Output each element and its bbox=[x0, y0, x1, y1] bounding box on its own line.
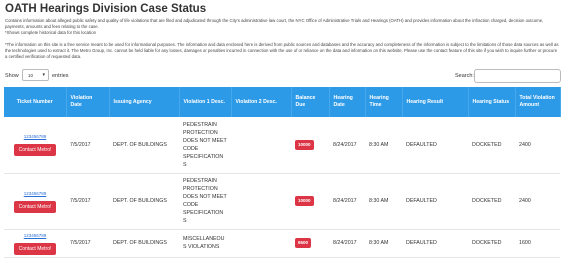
description-note: *Shows complete historical data for this… bbox=[5, 30, 96, 35]
table-controls: Show 10 ▾ entries Search: bbox=[5, 69, 561, 83]
hearing-date: 8/24/2017 bbox=[329, 229, 365, 258]
violation-date: 7/5/2017 bbox=[66, 117, 109, 174]
search-input[interactable] bbox=[474, 69, 561, 83]
total-amount: 2400 bbox=[515, 117, 560, 174]
violation-date: 7/5/2017 bbox=[66, 173, 109, 230]
ticket-link[interactable]: 123456789 bbox=[8, 232, 62, 240]
case-table: Ticket Number Violation Date Issuing Age… bbox=[4, 87, 561, 258]
hearing-result: DEFAULTED bbox=[402, 173, 468, 230]
hearing-status: DOCKETED bbox=[468, 117, 515, 174]
show-label: Show bbox=[5, 73, 19, 79]
col-header-hearing-status[interactable]: Hearing Status bbox=[468, 87, 516, 117]
hearing-status: DOCKETED bbox=[468, 229, 515, 258]
chevron-down-icon: ▾ bbox=[42, 72, 45, 78]
balance-badge: 6500 bbox=[295, 238, 312, 248]
ticket-link[interactable]: 123456789 bbox=[8, 190, 62, 198]
col-header-hearing-date[interactable]: Hearing Date bbox=[329, 87, 366, 117]
violation-1-desc: PEDESTRAIN PROTECTION DOES NOT MEET CODE… bbox=[179, 117, 231, 174]
entries-label: entries bbox=[52, 73, 69, 79]
table-header-row: Ticket Number Violation Date Issuing Age… bbox=[4, 87, 561, 117]
violation-2-desc bbox=[231, 229, 291, 258]
hearing-time: 8:30 AM bbox=[365, 173, 402, 230]
search-label: Search: bbox=[455, 73, 474, 79]
ticket-cell: 123456789 Contact Metro! bbox=[4, 173, 66, 230]
col-header-balance-due[interactable]: Balance Due bbox=[291, 87, 330, 117]
issuing-agency: DEPT. OF BUILDINGS bbox=[109, 173, 179, 230]
violation-2-desc bbox=[231, 117, 291, 174]
hearing-status: DOCKETED bbox=[468, 173, 515, 230]
entries-value: 10 bbox=[28, 73, 34, 78]
hearing-result: DEFAULTED bbox=[402, 117, 468, 174]
hearing-time: 8:30 AM bbox=[365, 117, 402, 174]
table-row: 123456789 Contact Metro! 7/5/2017 DEPT. … bbox=[4, 173, 560, 230]
hearing-date: 8/24/2017 bbox=[329, 117, 365, 174]
page-title: OATH Hearings Division Case Status bbox=[5, 3, 207, 15]
col-header-issuing-agency[interactable]: Issuing Agency bbox=[109, 87, 180, 117]
table-row: 123456789 Contact Metro! 7/5/2017 DEPT. … bbox=[4, 229, 560, 258]
disclaimer-text: *The information on this site is a free … bbox=[5, 42, 559, 59]
col-header-ticket-number[interactable]: Ticket Number bbox=[4, 87, 67, 117]
violation-date: 7/5/2017 bbox=[66, 229, 109, 258]
hearing-date: 8/24/2017 bbox=[329, 173, 365, 230]
issuing-agency: DEPT. OF BUILDINGS bbox=[109, 117, 179, 174]
balance-due-cell: 10000 bbox=[291, 173, 329, 230]
balance-badge: 10000 bbox=[295, 196, 314, 206]
balance-due-cell: 6500 bbox=[291, 229, 329, 258]
balance-due-cell: 10000 bbox=[291, 117, 329, 174]
col-header-hearing-time[interactable]: Hearing Time bbox=[365, 87, 403, 117]
violation-1-desc: MISCELLANEOU S VIOLATIONS bbox=[179, 229, 231, 258]
col-header-violation-1[interactable]: Violation 1 Desc. bbox=[179, 87, 232, 117]
entries-select[interactable]: 10 ▾ bbox=[22, 69, 49, 81]
ticket-link[interactable]: 123456789 bbox=[8, 133, 62, 141]
total-amount: 1600 bbox=[515, 229, 560, 258]
table-row: 123456789 Contact Metro! 7/5/2017 DEPT. … bbox=[4, 117, 560, 174]
violation-1-desc: PEDESTRAIN PROTECTION DOES NOT MEET CODE… bbox=[179, 173, 231, 230]
page-description: Contains information about alleged publi… bbox=[5, 18, 559, 36]
contact-metro-button[interactable]: Contact Metro! bbox=[13, 242, 57, 255]
col-header-violation-2[interactable]: Violation 2 Desc. bbox=[231, 87, 292, 117]
issuing-agency: DEPT. OF BUILDINGS bbox=[109, 229, 179, 258]
col-header-hearing-result[interactable]: Hearing Result bbox=[402, 87, 469, 117]
ticket-cell: 123456789 Contact Metro! bbox=[4, 117, 66, 174]
ticket-cell: 123456789 Contact Metro! bbox=[4, 229, 66, 258]
contact-metro-button[interactable]: Contact Metro! bbox=[13, 144, 57, 157]
hearing-time: 8:30 AM bbox=[365, 229, 402, 258]
total-amount: 2400 bbox=[515, 173, 560, 230]
description-text: Contains information about alleged publi… bbox=[5, 18, 544, 29]
violation-2-desc bbox=[231, 173, 291, 230]
col-header-total-amount[interactable]: Total Violation Amount bbox=[515, 87, 561, 117]
hearing-result: DEFAULTED bbox=[402, 229, 468, 258]
contact-metro-button[interactable]: Contact Metro! bbox=[13, 200, 57, 213]
balance-badge: 10000 bbox=[295, 139, 314, 150]
col-header-violation-date[interactable]: Violation Date bbox=[66, 87, 110, 117]
